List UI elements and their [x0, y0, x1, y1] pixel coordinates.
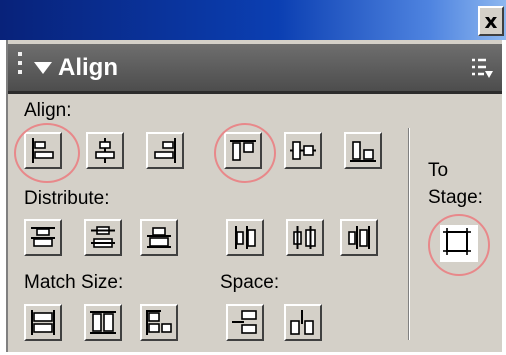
space-evenly-vertically-button[interactable]	[226, 304, 264, 341]
match-height-button[interactable]	[84, 304, 122, 341]
align-vertical-center-button[interactable]	[284, 132, 322, 169]
distribute-vertical-center-icon	[91, 226, 115, 248]
to-stage-label-line1: To	[428, 160, 449, 181]
distribute-horizontal-center-button[interactable]	[286, 219, 324, 256]
distribute-left-edge-icon	[235, 226, 256, 249]
distribute-horizontal-center-icon	[293, 226, 316, 249]
distribute-right-edge-icon	[348, 226, 370, 249]
space-evenly-horizontally-icon	[290, 310, 314, 335]
align-bottom-button[interactable]	[344, 132, 382, 169]
space-label: Space:	[220, 272, 280, 293]
match-height-icon	[90, 311, 116, 334]
align-vertical-center-icon	[290, 141, 316, 160]
panel-header[interactable]: Align	[8, 44, 502, 94]
panel-title: Align	[58, 54, 118, 81]
align-horizontal-center-button[interactable]	[86, 132, 124, 169]
distribute-label: Distribute:	[24, 188, 110, 209]
match-width-button[interactable]	[24, 304, 62, 341]
space-evenly-horizontally-button[interactable]	[284, 304, 322, 341]
distribute-vertical-center-button[interactable]	[84, 219, 122, 256]
distribute-bottom-edge-button[interactable]	[140, 219, 178, 256]
highlight-circle-align-left	[14, 123, 80, 183]
grip-handle-icon[interactable]	[16, 52, 24, 82]
close-button[interactable]: x	[478, 6, 504, 36]
distribute-bottom-edge-icon	[147, 227, 171, 248]
close-icon: x	[484, 9, 498, 33]
distribute-top-edge-button[interactable]	[24, 219, 62, 256]
align-horizontal-center-icon	[95, 138, 115, 163]
align-right-icon	[154, 138, 176, 163]
window-title-bar[interactable]: x	[0, 0, 506, 40]
distribute-top-edge-icon	[31, 227, 55, 247]
align-right-button[interactable]	[146, 132, 184, 169]
match-size-label: Match Size:	[24, 272, 124, 293]
match-width-and-height-icon	[146, 310, 172, 335]
section-divider	[408, 128, 410, 340]
match-width-icon	[31, 310, 55, 335]
space-evenly-vertically-icon	[232, 310, 257, 334]
options-menu-icon[interactable]	[470, 56, 494, 80]
distribute-left-edge-button[interactable]	[226, 219, 264, 256]
distribute-right-edge-button[interactable]	[340, 219, 378, 256]
to-stage-label-line2: Stage:	[428, 187, 483, 208]
highlight-circle-to-stage	[428, 214, 490, 276]
collapse-triangle-icon[interactable]	[34, 62, 52, 74]
align-label: Align:	[24, 100, 72, 121]
match-width-and-height-button[interactable]	[140, 304, 178, 341]
align-bottom-icon	[350, 141, 376, 162]
highlight-circle-align-top	[214, 123, 276, 183]
